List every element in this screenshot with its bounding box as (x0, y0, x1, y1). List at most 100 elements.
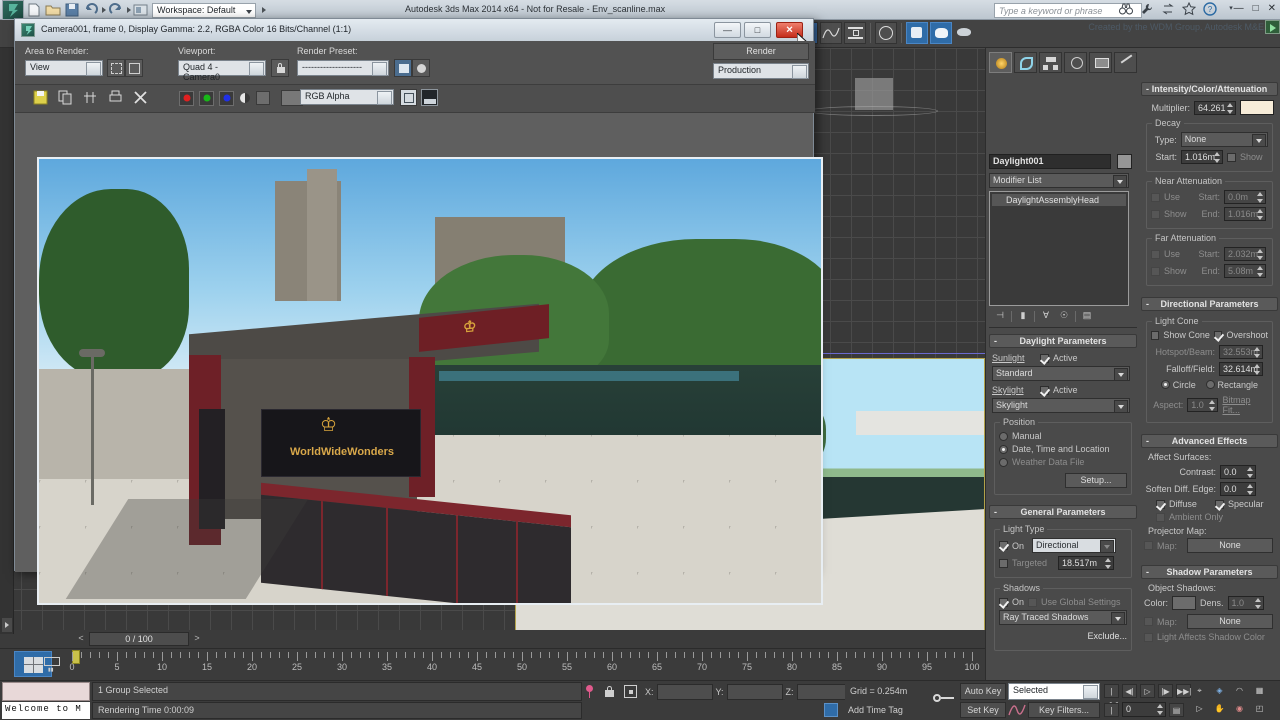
y-field[interactable] (726, 684, 783, 700)
modifier-stack-buttons[interactable]: ⊣ ▮ ∀ ☉ ▤ (989, 310, 1137, 323)
make-unique-icon[interactable]: ∀ (1039, 310, 1053, 323)
decay-start-field[interactable]: 1.016m (1181, 150, 1223, 164)
next-frame-arrow[interactable]: > (190, 632, 204, 646)
viewport-nav-row1[interactable]: ⌖ ◈ ◠ ▦ (1192, 684, 1267, 698)
pan-view-icon[interactable]: ✋ (1212, 702, 1227, 716)
decay-show-checkbox[interactable] (1227, 152, 1236, 162)
far-start-field[interactable]: 2.032m (1224, 247, 1266, 261)
key-filters-button[interactable]: Key Filters... (1028, 702, 1100, 718)
render-toolbar-bottom[interactable]: RGB Alpha (15, 85, 815, 113)
key-filters-curve-icon[interactable] (1008, 702, 1026, 718)
light-affects-shadow-checkbox[interactable] (1144, 632, 1153, 642)
daylight-parameters-rollout[interactable]: - Daylight Parameters Sunlight Active St… (989, 334, 1137, 500)
rendered-frame-window[interactable]: Camera001, frame 0, Display Gamma: 2.2, … (14, 18, 823, 605)
diffuse-checkbox[interactable] (1156, 499, 1165, 509)
shadow-type-dropdown[interactable]: Ray Traced Shadows (999, 610, 1127, 625)
command-panel-tabs[interactable] (989, 52, 1137, 74)
current-frame-field[interactable]: 0 (1122, 702, 1166, 717)
prev-frame-arrow[interactable]: < (74, 632, 88, 646)
rectangle-radio[interactable] (1205, 380, 1215, 389)
ambient-only-checkbox[interactable] (1156, 512, 1165, 522)
near-start-field[interactable]: 0.0m (1224, 190, 1266, 204)
spinner-arrows-icon[interactable] (1104, 558, 1112, 569)
environment-dialog-icon[interactable] (412, 59, 430, 77)
soften-field[interactable]: 0.0 (1220, 482, 1256, 496)
spinner-arrows-icon[interactable] (1253, 364, 1261, 375)
save-image-icon[interactable] (33, 90, 51, 108)
help-toolbar[interactable]: ? ▾ (1119, 1, 1238, 16)
maximize-viewport-icon[interactable]: ◰ (1252, 702, 1267, 716)
targeted-checkbox[interactable] (999, 558, 1008, 568)
render-toolbar-top[interactable]: Area to Render: View Viewport: Quad 4 - … (15, 41, 815, 85)
redo-dropdown-icon[interactable] (127, 7, 131, 13)
schematic-view-icon[interactable] (844, 22, 866, 44)
light-type-dropdown[interactable]: Directional (1032, 538, 1116, 553)
track-bar[interactable]: ▮▮ 0 5 10 15 20 25 30 35 40 45 50 55 60 65 70 75 80 85 90 9… (0, 648, 985, 680)
render-maximize-button[interactable]: □ (744, 22, 771, 38)
daylight-parameters-header[interactable]: - Daylight Parameters (989, 334, 1137, 348)
position-weather-radio[interactable] (999, 457, 1008, 467)
close-button[interactable]: ✕ (1268, 3, 1276, 14)
time-slider[interactable]: < 0 / 100 > (14, 630, 985, 648)
show-cone-checkbox[interactable] (1151, 330, 1160, 340)
edit-region-icon[interactable] (125, 59, 143, 77)
spinner-arrows-icon[interactable] (1208, 400, 1216, 411)
position-manual-radio[interactable] (999, 431, 1008, 441)
light-color-swatch[interactable] (1240, 100, 1274, 115)
intensity-rollout[interactable]: - Intensity/Color/Attenuation Multiplier… (1141, 82, 1278, 291)
undo-dropdown-icon[interactable] (102, 7, 106, 13)
light-on-checkbox[interactable] (999, 541, 1008, 550)
hierarchy-tab[interactable] (1039, 52, 1062, 73)
specular-checkbox[interactable] (1215, 499, 1224, 509)
list-item[interactable]: DaylightAssemblyHead (992, 194, 1126, 206)
frame-indicator[interactable]: 0 / 100 (89, 632, 189, 646)
spinner-arrows-icon[interactable] (1246, 467, 1254, 478)
directional-parameters-header[interactable]: - Directional Parameters (1141, 297, 1278, 311)
blue-channel-button[interactable] (219, 90, 234, 106)
rendered-frame-window-icon[interactable] (930, 22, 952, 44)
green-channel-button[interactable] (199, 90, 214, 106)
redo-icon[interactable] (108, 2, 125, 19)
object-color-swatch[interactable] (1116, 154, 1132, 169)
skylight-active-checkbox[interactable] (1040, 385, 1049, 395)
auto-region-selected-icon[interactable] (107, 59, 125, 77)
expand-arrow-icon[interactable] (2, 618, 12, 632)
setup-button[interactable]: Setup... (1065, 473, 1127, 488)
viewport-nav-row2[interactable]: ▷ ✋ ◉ ◰ (1192, 702, 1267, 716)
show-end-result-icon[interactable]: ▮ (1016, 310, 1030, 323)
maximize-button[interactable]: □ (1253, 3, 1259, 14)
area-to-render-dropdown[interactable]: View (25, 60, 103, 76)
add-time-tag[interactable]: Add Time Tag (843, 703, 933, 719)
workspace-selector[interactable]: Workspace: Default (152, 2, 256, 18)
binoculars-icon[interactable] (1119, 2, 1133, 16)
target-distance-field[interactable]: 18.517m (1058, 556, 1114, 570)
decay-type-dropdown[interactable]: None (1180, 132, 1268, 147)
create-tab[interactable] (989, 52, 1012, 73)
zoom-extents-icon[interactable]: ◠ (1232, 684, 1247, 698)
shadow-map-button[interactable]: None (1187, 614, 1273, 629)
absolute-mode-icon[interactable] (624, 685, 637, 698)
play-animation-icon[interactable]: ▷ (1140, 684, 1155, 698)
utilities-tab[interactable] (1114, 52, 1137, 73)
channel-dropdown[interactable]: RGB Alpha (300, 89, 394, 105)
remove-modifier-icon[interactable]: ☉ (1057, 310, 1071, 323)
window-controls[interactable]: — □ ✕ (1234, 3, 1276, 14)
directional-parameters-rollout[interactable]: - Directional Parameters Light Cone Show… (1141, 297, 1278, 428)
far-end-field[interactable]: 5.08m (1224, 264, 1266, 278)
curve-editor-icon[interactable] (820, 22, 842, 44)
set-project-folder-icon[interactable] (133, 2, 150, 19)
toggle-image-view-icon[interactable] (421, 89, 438, 106)
spinner-arrows-icon[interactable] (1256, 209, 1264, 220)
shadow-color-swatch[interactable] (1172, 596, 1197, 610)
compare-image-icon[interactable] (83, 90, 101, 108)
contrast-field[interactable]: 0.0 (1220, 465, 1256, 479)
time-configuration-icon[interactable]: ▤ (1169, 702, 1184, 717)
coordinate-display[interactable]: X: Y: Z: (645, 684, 853, 700)
frame-entry-group[interactable]: |◀▶| 0 ▤ (1104, 702, 1184, 720)
general-parameters-rollout[interactable]: - General Parameters Light Type On Direc… (989, 505, 1137, 656)
motion-tab[interactable] (1064, 52, 1087, 73)
projector-map-checkbox[interactable] (1144, 541, 1153, 550)
go-to-end-icon[interactable]: ▶▶| (1176, 684, 1191, 698)
render-production-icon[interactable] (954, 22, 976, 44)
shadow-parameters-header[interactable]: - Shadow Parameters (1141, 565, 1278, 579)
